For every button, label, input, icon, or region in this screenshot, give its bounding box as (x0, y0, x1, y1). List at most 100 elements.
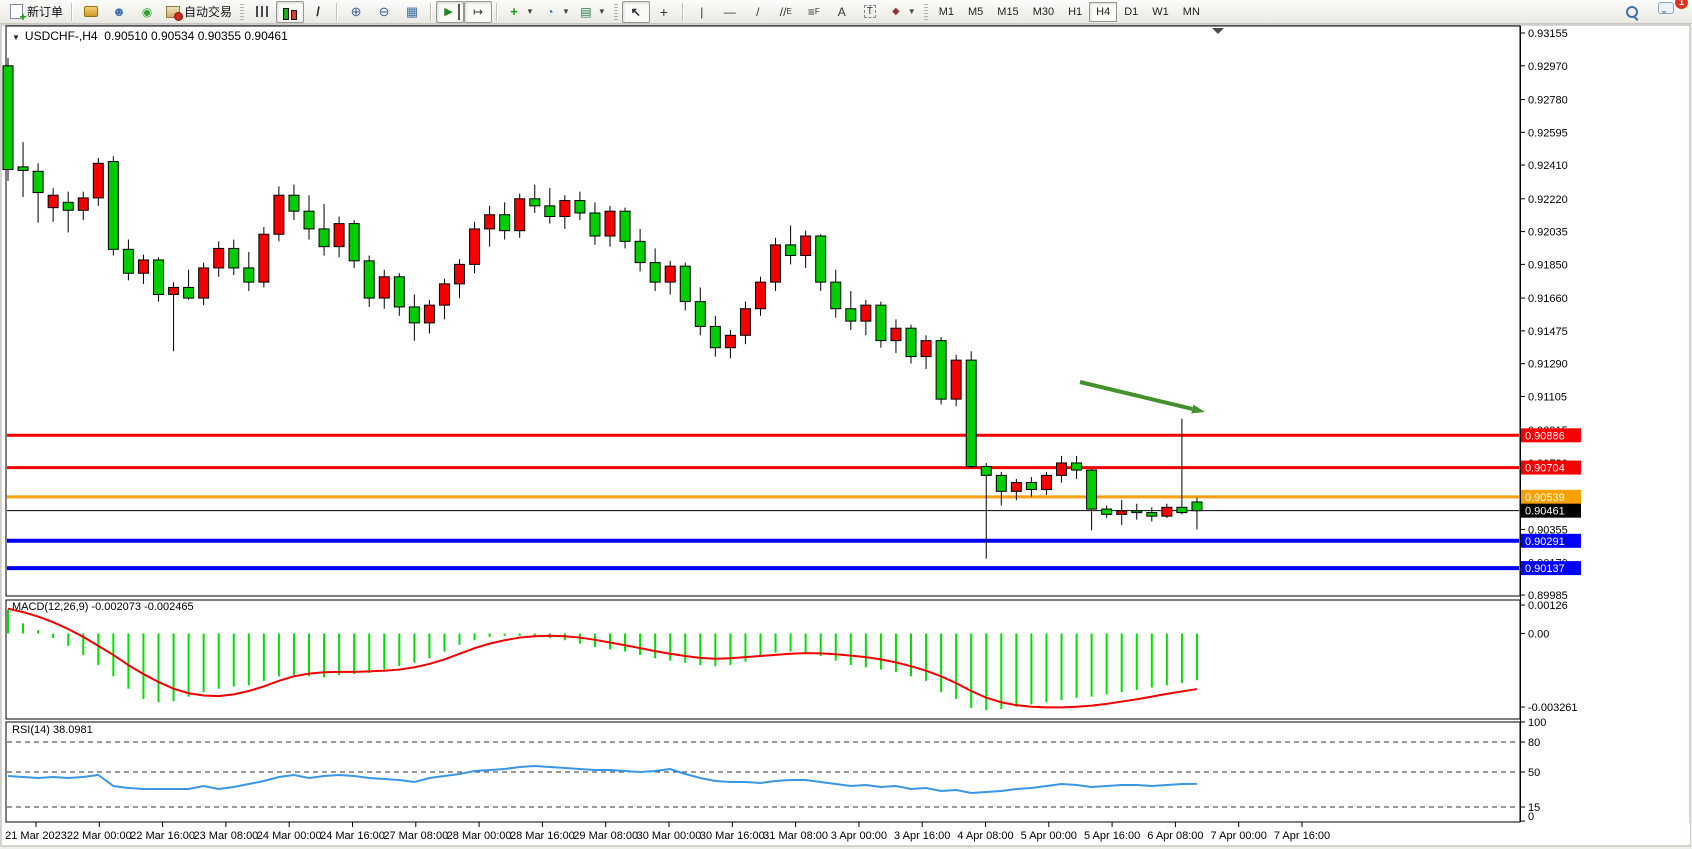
hline-button[interactable]: — (716, 1, 744, 23)
time-axis[interactable]: 21 Mar 202322 Mar 00:0022 Mar 16:0023 Ma… (2, 822, 1690, 845)
candle-body (560, 201, 570, 217)
tab-timeframe-w1[interactable]: W1 (1145, 2, 1176, 22)
tab-timeframe-m1[interactable]: M1 (932, 2, 961, 22)
bar-chart-button[interactable] (248, 1, 276, 23)
chart-canvas[interactable]: 0.931550.929700.927800.925950.924100.922… (0, 0, 1692, 849)
candle-body (801, 236, 811, 256)
zoom-out-button[interactable]: ⊖ (370, 1, 398, 23)
candle-body (33, 171, 43, 192)
price-tick-label: 0.91105 (1528, 391, 1567, 403)
time-tick-label: 31 Mar 08:00 (763, 830, 828, 842)
shapes-button[interactable]: ◆▼ (884, 1, 920, 23)
candle-body (575, 201, 585, 213)
new-order-icon: + (10, 4, 23, 19)
templates-button[interactable]: ▤▼ (574, 1, 610, 23)
chart-collapse-icon[interactable]: ▼ (12, 33, 20, 42)
candle-body (1177, 507, 1187, 512)
auto-scroll-button[interactable]: ↦ (464, 1, 492, 23)
candle-body (725, 335, 735, 347)
trendline-icon: / (750, 4, 766, 20)
toolbar-separator (336, 3, 338, 21)
autotrading-button[interactable]: 自动交易 (161, 1, 236, 23)
line-chart-icon: / (310, 4, 326, 20)
time-tick-label: 4 Apr 08:00 (957, 830, 1013, 842)
autotrading-icon (166, 6, 180, 18)
toolbar-grip[interactable] (924, 4, 928, 20)
cursor-icon: ↖ (628, 4, 644, 20)
candle-body (304, 211, 314, 229)
label-icon: T (864, 5, 876, 18)
price-tick-label: 0.92410 (1528, 160, 1568, 172)
chart-symbol-period: USDCHF-,H4 (25, 29, 98, 43)
crosshair-button[interactable]: + (650, 1, 678, 23)
candle-body (1011, 482, 1021, 491)
text-button[interactable]: A (828, 1, 856, 23)
vline-button[interactable]: | (688, 1, 716, 23)
candle-body (379, 277, 389, 298)
autotrading-label: 自动交易 (184, 3, 232, 20)
trendline-button[interactable]: / (744, 1, 772, 23)
profile-button[interactable]: ☻ (105, 1, 133, 23)
candle-body (921, 341, 931, 357)
candle-body (48, 195, 58, 207)
signals-button[interactable]: ◉ (133, 1, 161, 23)
tab-timeframe-mn[interactable]: MN (1176, 2, 1207, 22)
hline-icon: — (722, 4, 738, 20)
candle-body (78, 198, 88, 210)
candle-body (786, 245, 796, 256)
chat-button[interactable]: 1 (1654, 1, 1682, 23)
candle-body (3, 66, 13, 170)
price-tick-label: 0.92595 (1528, 127, 1568, 139)
time-tick-label: 21 Mar 2023 (5, 830, 67, 842)
toolbar-grip[interactable] (240, 4, 244, 20)
tab-timeframe-h1[interactable]: H1 (1061, 2, 1089, 22)
candle-body (981, 467, 991, 476)
indicators-button[interactable]: +▼ (502, 1, 538, 23)
gold-button[interactable] (77, 1, 105, 23)
line-chart-button[interactable]: / (304, 1, 332, 23)
toolbar-grip[interactable] (614, 4, 618, 20)
time-tick-label: 24 Mar 00:00 (257, 830, 322, 842)
cursor-button[interactable]: ↖ (622, 1, 650, 23)
bar-chart-icon (256, 6, 268, 17)
tab-timeframe-h4[interactable]: H4 (1089, 2, 1117, 22)
search-button[interactable] (1618, 1, 1646, 23)
auto-scroll-icon: ↦ (470, 4, 486, 20)
price-tick-label: 0.92970 (1528, 61, 1568, 73)
templates-icon: ▤ (578, 4, 594, 20)
tab-timeframe-m30[interactable]: M30 (1026, 2, 1061, 22)
rsi-indicator-label: RSI(14) 38.0981 (12, 724, 93, 736)
rsi-tick-label: 0 (1528, 811, 1534, 823)
tab-timeframe-m5[interactable]: M5 (961, 2, 990, 22)
new-order-button[interactable]: + 新订单 (4, 1, 67, 23)
panes[interactable] (6, 26, 1520, 822)
candlestick-chart-icon (282, 4, 298, 20)
fibonacci-button[interactable]: ≡F (800, 1, 828, 23)
candle-body (891, 328, 901, 340)
price-tag-label: 0.90137 (1525, 563, 1565, 575)
search-icon (1626, 6, 1638, 18)
channel-button[interactable]: //E (772, 1, 800, 23)
price-tick-label: 0.92220 (1528, 194, 1568, 206)
label-button[interactable]: T (856, 1, 884, 23)
tab-timeframe-d1[interactable]: D1 (1117, 2, 1145, 22)
toolbar-separator (496, 3, 498, 21)
candle-body (154, 260, 164, 295)
candle-body (635, 241, 645, 262)
candle-body (620, 211, 630, 241)
periods-button[interactable]: ◔▼ (538, 1, 574, 23)
candle-body (740, 309, 750, 336)
candlestick-chart-button[interactable] (276, 1, 304, 23)
tile-windows-button[interactable]: ▦ (398, 1, 426, 23)
candle-body (816, 236, 826, 282)
tab-timeframe-m15[interactable]: M15 (990, 2, 1025, 22)
candle-body (590, 213, 600, 236)
candle-body (334, 224, 344, 247)
time-tick-label: 29 Mar 08:00 (573, 830, 638, 842)
zoom-in-button[interactable]: ⊕ (342, 1, 370, 23)
macd-tick-label: -0.003261 (1528, 702, 1578, 714)
price-tick-label: 0.92780 (1528, 94, 1568, 106)
chevron-down-icon: ▼ (562, 7, 570, 16)
chart-title: ▼USDCHF-,H4 0.90510 0.90534 0.90355 0.90… (12, 29, 288, 43)
chart-shift-button[interactable]: ▶ (436, 1, 464, 23)
